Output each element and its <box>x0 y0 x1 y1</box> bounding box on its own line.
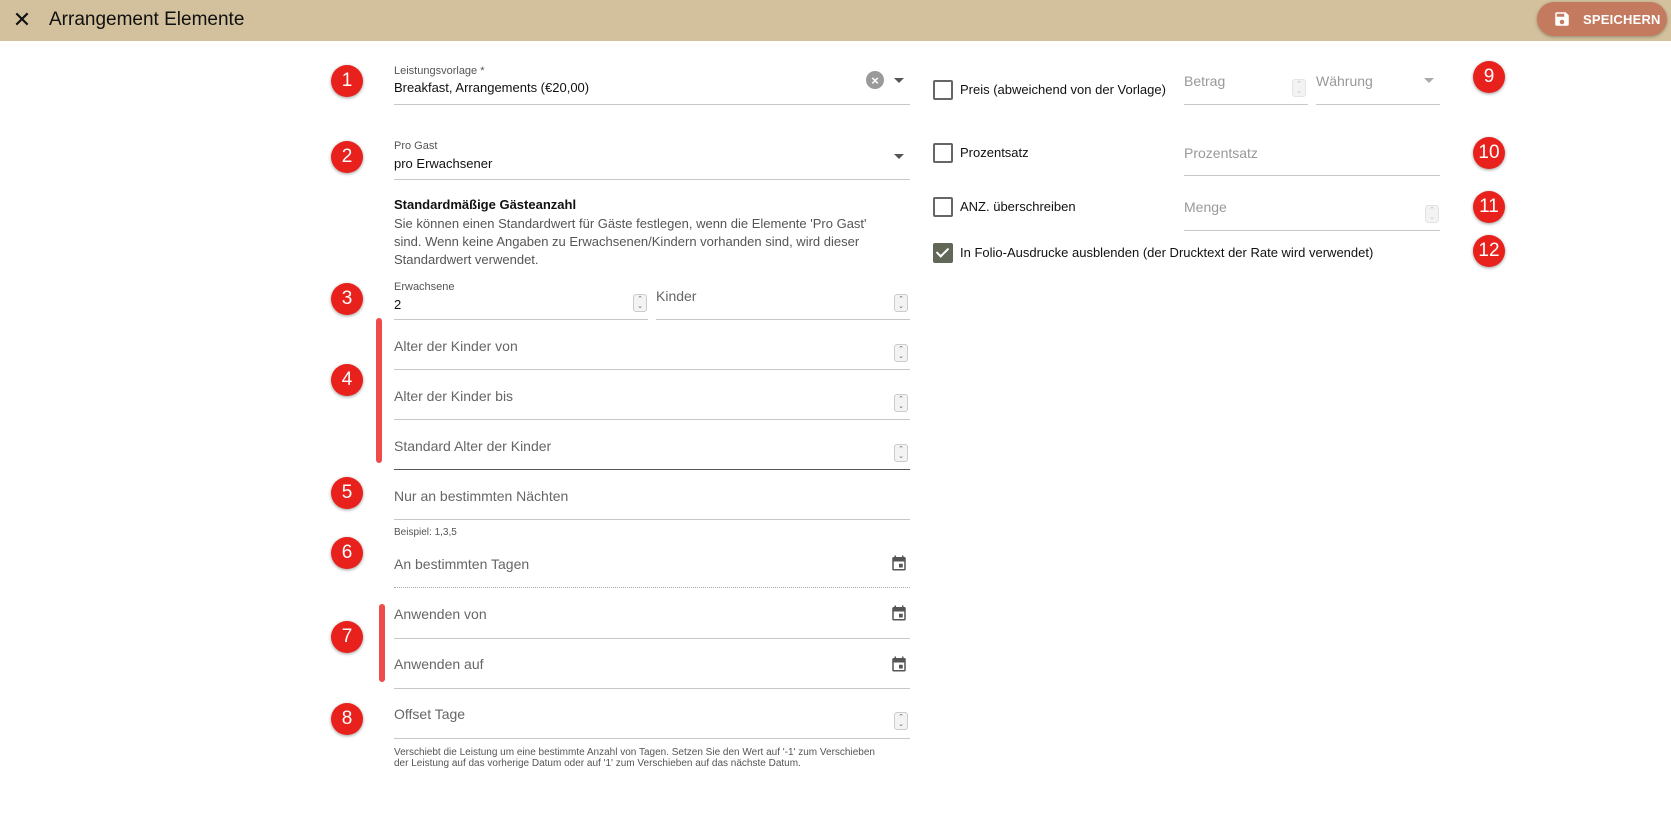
days-underline <box>394 587 910 588</box>
apply-to-placeholder: Anwenden auf <box>394 656 484 672</box>
template-value: Breakfast, Arrangements (€20,00) <box>394 80 590 95</box>
child-age-default-placeholder: Standard Alter der Kinder <box>394 438 552 454</box>
template-label: Leistungsvorlage * <box>394 65 485 77</box>
save-button-label: SPEICHERN <box>1583 11 1661 27</box>
amount-underline <box>1184 104 1308 105</box>
clear-icon[interactable]: × <box>866 71 884 89</box>
step-badge-10: 10 <box>1473 137 1505 169</box>
children-placeholder: Kinder <box>656 288 697 304</box>
offset-days-placeholder: Offset Tage <box>394 706 466 722</box>
per-guest-value: pro Erwachsener <box>394 156 493 171</box>
nights-hint: Beispiel: 1,3,5 <box>394 527 457 538</box>
save-button[interactable]: SPEICHERN <box>1537 2 1667 36</box>
template-underline <box>394 104 910 105</box>
offset-hint-line1: Verschiebt die Leistung um eine bestimmt… <box>394 747 875 758</box>
offset-days-stepper[interactable]: ⌃ ⌄ <box>894 712 908 730</box>
per-guest-label: Pro Gast <box>394 140 438 152</box>
adults-stepper[interactable]: ⌃ ⌄ <box>633 294 647 312</box>
calendar-icon[interactable] <box>890 604 908 622</box>
calendar-icon[interactable] <box>890 655 908 673</box>
child-age-to-underline <box>394 419 910 420</box>
apply-from-placeholder: Anwenden von <box>394 606 487 622</box>
step-badge-9: 9 <box>1473 61 1505 93</box>
offset-hint-line2: der Leistung auf das vorherige Datum ode… <box>394 758 801 769</box>
step-badge-1: 1 <box>331 65 363 97</box>
child-age-from-placeholder: Alter der Kinder von <box>394 338 518 354</box>
close-icon[interactable]: ✕ <box>10 7 34 32</box>
percentage-underline <box>1184 175 1440 176</box>
offset-days-underline <box>394 738 910 739</box>
step-badge-12: 12 <box>1473 235 1505 267</box>
calendar-icon[interactable] <box>890 554 908 572</box>
step-badge-7: 7 <box>331 621 363 653</box>
per-guest-underline <box>394 179 910 180</box>
default-guests-description: Sie können einen Standardwert für Gäste … <box>394 216 867 267</box>
quantity-override-label: ANZ. überschreiben <box>960 199 1076 214</box>
chevron-down-icon[interactable] <box>894 78 904 83</box>
step-badge-5: 5 <box>331 477 363 509</box>
child-age-default-stepper[interactable]: ⌃ ⌄ <box>894 444 908 462</box>
group-bar-child-ages <box>376 318 382 463</box>
currency-placeholder: Währung <box>1316 73 1373 89</box>
apply-from-underline <box>394 638 910 639</box>
price-label: Preis (abweichend von der Vorlage) <box>960 82 1166 97</box>
nights-placeholder: Nur an bestimmten Nächten <box>394 488 569 504</box>
chevron-down-icon[interactable] <box>894 154 904 159</box>
adults-label: Erwachsene <box>394 281 455 293</box>
nights-underline <box>394 519 910 520</box>
children-underline <box>656 319 910 320</box>
chevron-down-icon[interactable] <box>1424 78 1434 83</box>
default-guests-title: Standardmäßige Gästeanzahl <box>394 197 577 212</box>
child-age-default-underline <box>394 469 910 470</box>
quantity-override-checkbox[interactable] <box>933 197 953 217</box>
percentage-label: Prozentsatz <box>960 145 1029 160</box>
price-checkbox[interactable] <box>933 80 953 100</box>
apply-to-underline <box>394 688 910 689</box>
group-bar-apply-dates <box>379 604 385 682</box>
percentage-placeholder: Prozentsatz <box>1184 145 1258 161</box>
child-age-from-stepper[interactable]: ⌃ ⌄ <box>894 344 908 362</box>
quantity-placeholder: Menge <box>1184 199 1227 215</box>
amount-placeholder: Betrag <box>1184 73 1226 89</box>
hide-folio-label: In Folio-Ausdrucke ausblenden (der Druck… <box>960 245 1374 260</box>
child-age-to-stepper[interactable]: ⌃ ⌄ <box>894 394 908 412</box>
step-badge-6: 6 <box>331 537 363 569</box>
page-title: Arrangement Elemente <box>49 9 245 30</box>
currency-underline <box>1316 104 1440 105</box>
days-placeholder: An bestimmten Tagen <box>394 556 530 572</box>
adults-value: 2 <box>394 297 402 312</box>
amount-stepper[interactable]: ⌃ ⌄ <box>1292 79 1306 97</box>
step-badge-2: 2 <box>331 141 363 173</box>
floppy-disk-icon <box>1555 12 1569 26</box>
step-badge-11: 11 <box>1473 191 1505 223</box>
quantity-stepper[interactable]: ⌃ ⌄ <box>1425 205 1439 223</box>
hide-folio-checkbox[interactable] <box>933 243 953 263</box>
step-badge-3: 3 <box>331 283 363 315</box>
top-bar: ✕ Arrangement Elemente SPEICHERN <box>0 0 1671 41</box>
percentage-checkbox[interactable] <box>933 143 953 163</box>
step-badge-8: 8 <box>331 703 363 735</box>
adults-underline <box>394 319 648 320</box>
children-stepper[interactable]: ⌃ ⌄ <box>894 294 908 312</box>
child-age-to-placeholder: Alter der Kinder bis <box>394 388 514 404</box>
quantity-underline <box>1184 230 1440 231</box>
child-age-from-underline <box>394 369 910 370</box>
step-badge-4: 4 <box>331 364 363 396</box>
